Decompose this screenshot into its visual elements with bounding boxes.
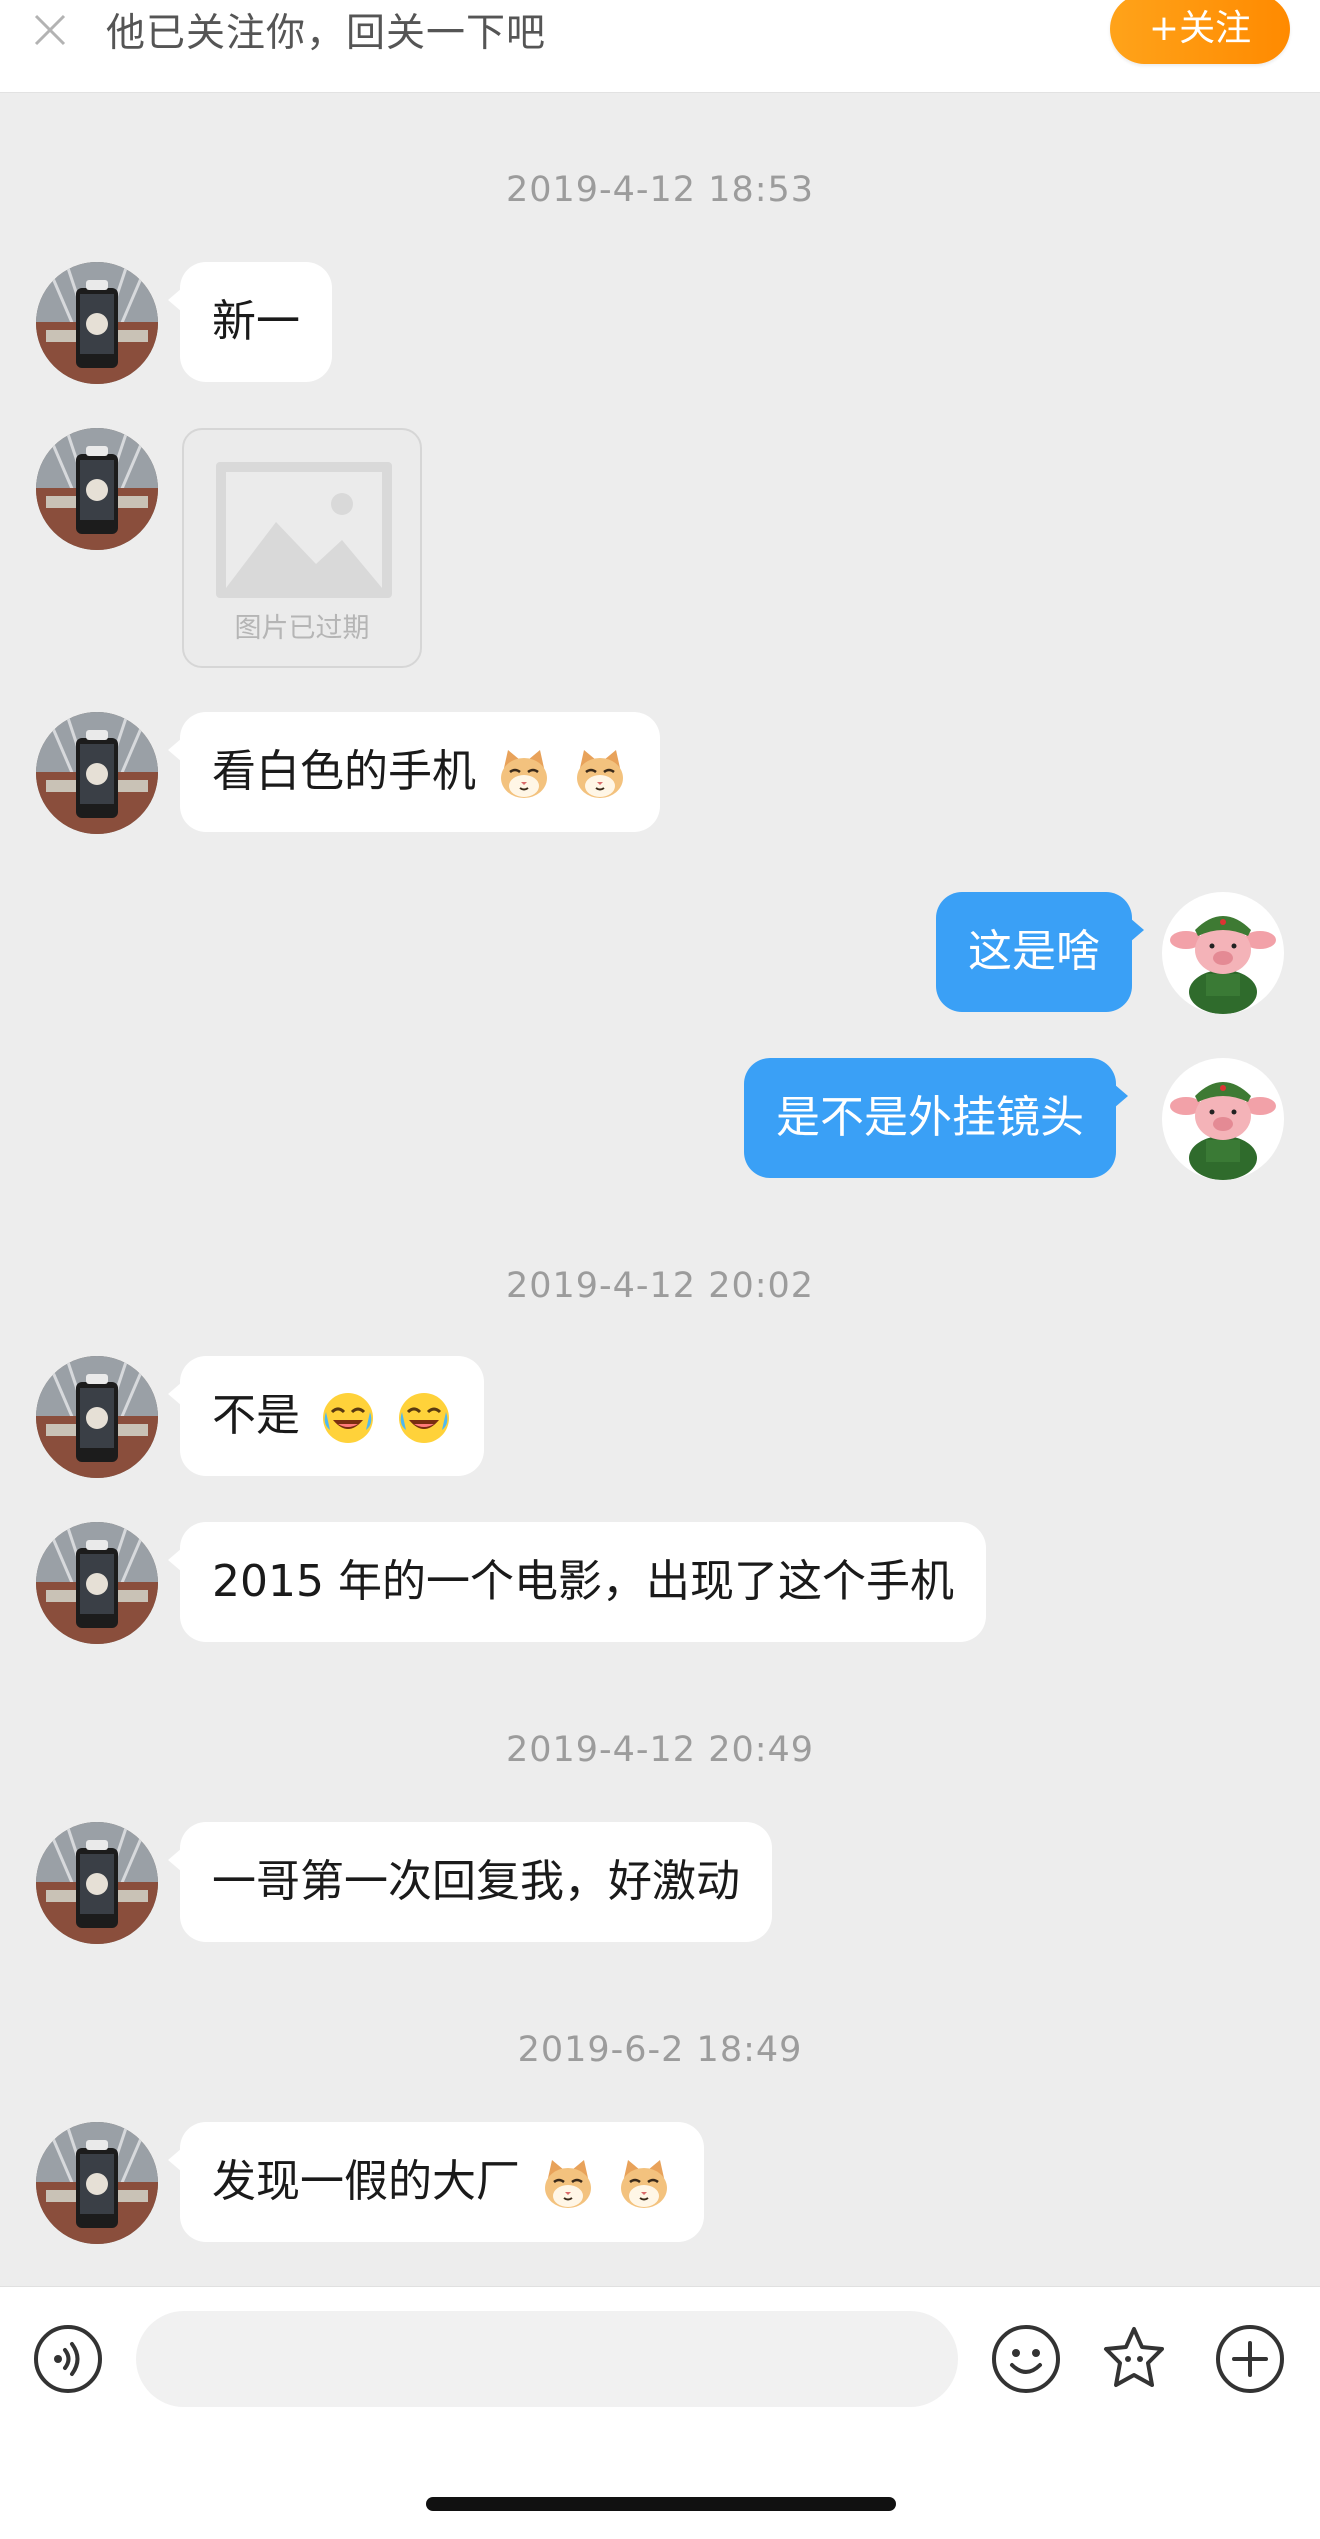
avatar[interactable] <box>36 1356 158 1478</box>
laugh-cry-emoji-icon <box>396 1390 452 1446</box>
timestamp: 2019-6-2 18:49 <box>517 2030 803 2070</box>
timestamp: 2019-4-12 20:02 <box>505 1266 815 1306</box>
message-text: 看白色的手机 <box>212 746 476 797</box>
image-placeholder-icon <box>216 462 392 598</box>
voice-icon[interactable] <box>32 2323 104 2395</box>
my-avatar[interactable] <box>1162 892 1284 1014</box>
message-bubble[interactable]: 发现一假的大厂 <box>168 2122 704 2242</box>
message-input[interactable] <box>136 2311 958 2407</box>
cat-emoji-icon <box>572 746 628 802</box>
message-bubble-outgoing[interactable]: 是不是外挂镜头 <box>744 1058 1128 1178</box>
plus-icon[interactable] <box>1214 2323 1286 2395</box>
message-bubble[interactable]: 2015 年的一个电影，出现了这个手机 <box>168 1522 986 1642</box>
message-text: 新一 <box>212 296 300 347</box>
my-avatar[interactable] <box>1162 1058 1284 1180</box>
avatar[interactable] <box>36 1522 158 1644</box>
message-text: 2015 年的一个电影，出现了这个手机 <box>212 1556 954 1607</box>
message-text: 一哥第一次回复我，好激动 <box>212 1856 740 1907</box>
follow-prompt-text: 他已关注你，回关一下吧 <box>106 11 547 56</box>
cat-emoji-icon <box>616 2156 672 2212</box>
follow-banner: 他已关注你，回关一下吧 +关注 <box>0 0 1320 93</box>
message-bubble[interactable]: 不是 <box>168 1356 484 1476</box>
message-bubble[interactable]: 新一 <box>168 262 332 382</box>
message-text: 是不是外挂镜头 <box>776 1092 1084 1143</box>
message-text: 这是啥 <box>968 926 1100 977</box>
message-bubble[interactable]: 看白色的手机 <box>168 712 660 832</box>
follow-button[interactable]: +关注 <box>1110 0 1290 64</box>
home-indicator <box>426 2497 896 2511</box>
avatar[interactable] <box>36 1822 158 1944</box>
expired-image-card[interactable]: 图片已过期 <box>182 428 422 668</box>
smiley-icon[interactable] <box>990 2323 1062 2395</box>
message-input-bar <box>0 2286 1320 2539</box>
cat-emoji-icon <box>540 2156 596 2212</box>
timestamp: 2019-4-12 18:53 <box>505 170 815 210</box>
laugh-cry-emoji-icon <box>320 1390 376 1446</box>
image-expired-label: 图片已过期 <box>234 613 370 644</box>
avatar[interactable] <box>36 262 158 384</box>
cat-emoji-icon <box>496 746 552 802</box>
message-bubble[interactable]: 一哥第一次回复我，好激动 <box>168 1822 772 1942</box>
close-icon[interactable] <box>30 10 70 50</box>
avatar[interactable] <box>36 428 158 550</box>
message-bubble-outgoing[interactable]: 这是啥 <box>936 892 1144 1012</box>
avatar[interactable] <box>36 712 158 834</box>
star-sticker-icon[interactable] <box>1098 2323 1170 2395</box>
avatar[interactable] <box>36 2122 158 2244</box>
message-text: 不是 <box>212 1390 300 1441</box>
message-text: 发现一假的大厂 <box>212 2156 520 2207</box>
timestamp: 2019-4-12 20:49 <box>505 1730 815 1770</box>
